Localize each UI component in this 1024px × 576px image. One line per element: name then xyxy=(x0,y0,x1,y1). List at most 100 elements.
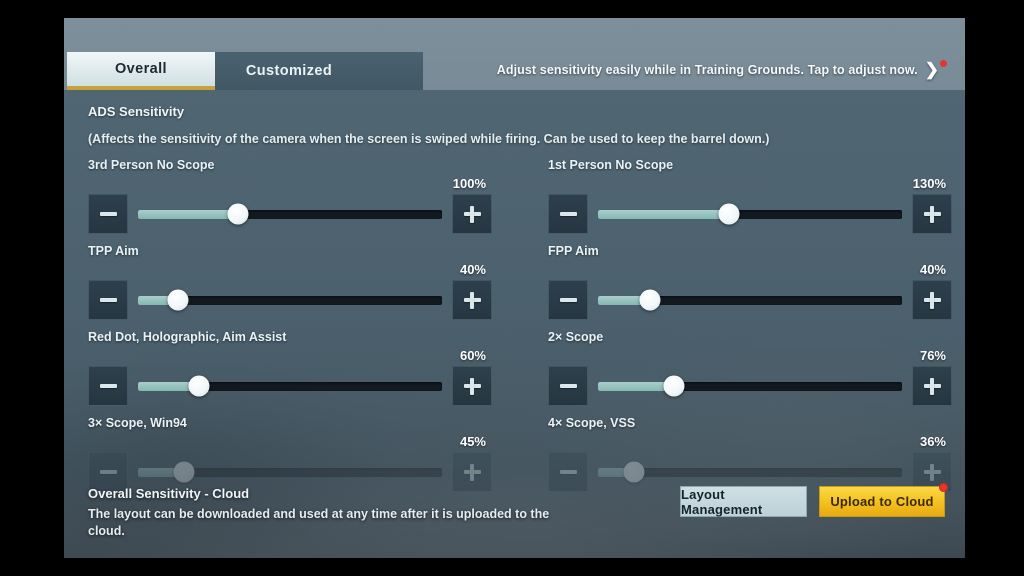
slider-row: Red Dot, Holographic, Aim Assist 60% xyxy=(88,330,492,416)
slider-value: 40% xyxy=(459,262,486,277)
slider-controls xyxy=(548,366,952,406)
cloud-section-title: Overall Sensitivity - Cloud xyxy=(88,486,250,501)
minus-icon xyxy=(559,298,577,302)
slider-value: 36% xyxy=(919,434,946,449)
minus-icon xyxy=(99,470,117,474)
tab-overall-label: Overall xyxy=(115,61,167,77)
slider-increase-button[interactable] xyxy=(452,280,492,320)
slider-track-fill xyxy=(138,209,239,219)
tab-bar: Overall Customized xyxy=(67,52,363,90)
upload-to-cloud-button[interactable]: Upload to Cloud xyxy=(819,483,948,517)
plus-icon-vertical xyxy=(470,463,474,481)
chevron-right-icon: ❯ xyxy=(924,60,939,79)
slider-decrease-button[interactable] xyxy=(548,366,588,406)
minus-icon xyxy=(559,212,577,216)
slider-track-area[interactable] xyxy=(138,366,442,406)
plus-icon-vertical xyxy=(930,205,934,223)
layout-management-button[interactable]: Layout Management xyxy=(680,486,807,517)
plus-icon-vertical xyxy=(930,291,934,309)
slider-decrease-button[interactable] xyxy=(548,194,588,234)
slider-row: 3rd Person No Scope 100% xyxy=(88,158,492,244)
slider-track-fill xyxy=(598,209,729,219)
slider-label: 2× Scope xyxy=(548,330,604,344)
slider-knob[interactable] xyxy=(167,289,189,311)
slider-track-area[interactable] xyxy=(598,194,902,234)
tab-customized-label: Customized xyxy=(245,63,333,79)
slider-row: 2× Scope 76% xyxy=(548,330,952,416)
slider-track[interactable] xyxy=(138,461,442,483)
slider-label: 4× Scope, VSS xyxy=(548,416,636,430)
slider-knob[interactable] xyxy=(718,203,740,225)
slider-controls xyxy=(548,280,952,320)
letterbox-bottom xyxy=(0,558,1024,576)
slider-knob[interactable] xyxy=(663,375,685,397)
slider-track[interactable] xyxy=(138,203,442,225)
slider-label: 3× Scope, Win94 xyxy=(88,416,187,430)
slider-knob[interactable] xyxy=(639,289,661,311)
slider-value: 60% xyxy=(459,348,486,363)
slider-track[interactable] xyxy=(598,289,902,311)
slider-decrease-button[interactable] xyxy=(548,280,588,320)
minus-icon xyxy=(99,384,117,388)
tab-strip-filler xyxy=(363,52,423,90)
plus-icon-vertical xyxy=(470,291,474,309)
slider-decrease-button[interactable] xyxy=(88,194,128,234)
slider-track[interactable] xyxy=(138,289,442,311)
upload-notification-dot xyxy=(939,483,948,492)
letterbox-right xyxy=(965,0,1024,576)
slider-knob[interactable] xyxy=(188,375,210,397)
slider-increase-button[interactable] xyxy=(912,280,952,320)
ads-sensitivity-description: (Affects the sensitivity of the camera w… xyxy=(88,132,770,146)
upload-to-cloud-label: Upload to Cloud xyxy=(830,494,934,509)
plus-icon-vertical xyxy=(470,377,474,395)
slider-track[interactable] xyxy=(598,203,902,225)
slider-track-area[interactable] xyxy=(138,194,442,234)
slider-track-area[interactable] xyxy=(598,366,902,406)
training-grounds-hint-label: Adjust sensitivity easily while in Train… xyxy=(496,62,918,77)
slider-decrease-button[interactable] xyxy=(88,280,128,320)
minus-icon xyxy=(99,212,117,216)
slider-increase-button[interactable] xyxy=(912,194,952,234)
tab-overall[interactable]: Overall xyxy=(67,52,215,90)
slider-label: Red Dot, Holographic, Aim Assist xyxy=(88,330,287,344)
slider-value: 130% xyxy=(912,176,946,191)
notification-dot xyxy=(940,60,947,67)
plus-icon-vertical xyxy=(930,463,934,481)
footer-bar: Overall Sensitivity - Cloud The layout c… xyxy=(64,480,965,558)
minus-icon xyxy=(99,298,117,302)
slider-controls xyxy=(88,366,492,406)
slider-label: 3rd Person No Scope xyxy=(88,158,215,172)
slider-track[interactable] xyxy=(138,375,442,397)
slider-knob[interactable] xyxy=(227,203,249,225)
slider-controls xyxy=(548,194,952,234)
slider-track-area[interactable] xyxy=(138,280,442,320)
letterbox-left xyxy=(0,0,64,576)
slider-track-area[interactable] xyxy=(598,280,902,320)
slider-label: 1st Person No Scope xyxy=(548,158,674,172)
slider-increase-button[interactable] xyxy=(452,366,492,406)
minus-icon xyxy=(559,470,577,474)
slider-label: FPP Aim xyxy=(548,244,599,258)
minus-icon xyxy=(559,384,577,388)
layout-management-label: Layout Management xyxy=(681,486,763,517)
slider-row: TPP Aim 40% xyxy=(88,244,492,330)
slider-increase-button[interactable] xyxy=(912,366,952,406)
training-grounds-hint[interactable]: Adjust sensitivity easily while in Train… xyxy=(496,60,947,79)
slider-decrease-button[interactable] xyxy=(88,366,128,406)
slider-row: 1st Person No Scope 130% xyxy=(548,158,952,244)
plus-icon-vertical xyxy=(470,205,474,223)
letterbox-top xyxy=(0,0,1024,18)
ads-sensitivity-title: ADS Sensitivity xyxy=(88,104,185,119)
slider-label: TPP Aim xyxy=(88,244,139,258)
slider-track[interactable] xyxy=(598,461,902,483)
slider-value: 76% xyxy=(919,348,946,363)
slider-track[interactable] xyxy=(598,375,902,397)
slider-controls xyxy=(88,194,492,234)
slider-value: 40% xyxy=(919,262,946,277)
slider-increase-button[interactable] xyxy=(452,194,492,234)
tab-customized[interactable]: Customized xyxy=(215,52,363,90)
slider-controls xyxy=(88,280,492,320)
slider-value: 45% xyxy=(459,434,486,449)
cloud-section-description: The layout can be downloaded and used at… xyxy=(88,507,550,538)
plus-icon-vertical xyxy=(930,377,934,395)
